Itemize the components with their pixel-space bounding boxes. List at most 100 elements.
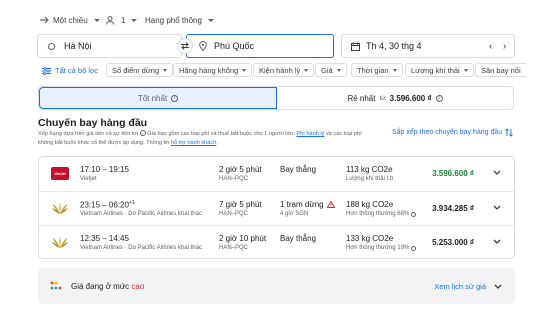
flight-emissions-note: Hơn thông thường 19% bbox=[346, 245, 410, 251]
price-level-text: Giá đang ở mức cao bbox=[71, 282, 144, 291]
flight-duration: 2 giờ 5 phút bbox=[219, 165, 262, 174]
flight-emissions: 113 kg CO2e bbox=[346, 165, 393, 174]
passenger-assistance-link[interactable]: hỗ trợ hành khách bbox=[171, 140, 216, 146]
destination-field[interactable]: Phú Quốc bbox=[186, 34, 334, 58]
filter-sliders-icon bbox=[42, 66, 51, 75]
flight-airline: Vietnam Airlines · Do Pacific Airlines k… bbox=[80, 211, 202, 217]
sort-tabs: Tốt nhất i Rẻ nhất từ 3.596.600 ₫ i bbox=[38, 86, 514, 110]
date-field[interactable]: Th 4, 30 thg 4 ‹ › bbox=[341, 34, 515, 58]
desc-ranking: Xếp hạng dựa trên giá tiền và sự tiện lợ… bbox=[38, 131, 139, 137]
passengers-select[interactable]: 1 bbox=[106, 13, 138, 27]
price-insights-icon bbox=[50, 281, 62, 290]
section-description: Xếp hạng dựa trên giá tiền và sự tiện lợ… bbox=[38, 130, 390, 148]
info-icon: i bbox=[139, 130, 146, 136]
flight-price: 5.253.000 ₫ bbox=[432, 238, 474, 247]
calendar-icon bbox=[351, 42, 360, 51]
flight-emissions-note: Hơn thông thường 68% bbox=[346, 211, 410, 217]
flight-stops: Bay thẳng bbox=[280, 165, 317, 174]
flight-stops: 1 trạm dừng bbox=[280, 200, 324, 209]
class-label: Hạng phổ thông bbox=[145, 15, 202, 25]
chevron-down-icon bbox=[207, 18, 214, 22]
chip-label: Kiện hành lý bbox=[259, 65, 301, 75]
next-date-icon[interactable]: › bbox=[503, 41, 506, 52]
flight-duration: 7 giờ 5 phút bbox=[219, 200, 262, 209]
person-icon bbox=[106, 15, 114, 25]
flight-emissions-note: Lượng khí thải t.b bbox=[346, 176, 394, 182]
trip-type-label: Một chiều bbox=[53, 15, 88, 25]
tab-best-label: Tốt nhất bbox=[137, 93, 168, 103]
tab-best[interactable]: Tốt nhất i bbox=[39, 87, 277, 109]
chevron-down-icon bbox=[304, 68, 309, 72]
chevron-down-icon bbox=[93, 18, 100, 22]
flight-airline: Vietjet bbox=[80, 176, 97, 182]
class-select[interactable]: Hạng phổ thông bbox=[145, 13, 214, 27]
flight-list: VietJet 17:10 – 19:15 Vietjet 2 giờ 5 ph… bbox=[38, 156, 515, 259]
chip-label: Giá bbox=[321, 65, 333, 75]
filter-chip-stops[interactable]: Số điểm dừng bbox=[106, 63, 174, 77]
desc-optional: không bắt buộc khác có thể được áp dụng.… bbox=[38, 140, 170, 146]
info-icon bbox=[411, 211, 417, 217]
flight-stops-wrap: 1 trạm dừng bbox=[280, 200, 335, 209]
date-value: Th 4, 30 thg 4 bbox=[366, 41, 422, 51]
swap-icon bbox=[181, 42, 189, 50]
filter-chip-connecting-airports[interactable]: Sân bay nối bbox=[475, 63, 526, 77]
flight-emissions-note-wrap: Hơn thông thường 19% bbox=[346, 245, 417, 251]
origin-field[interactable]: Hà Nội bbox=[37, 34, 182, 58]
flight-stops: Bay thẳng bbox=[280, 234, 317, 243]
flight-airline: Vietnam Airlines · Do Pacific Airlines k… bbox=[80, 245, 202, 251]
tab-cheapest-price: 3.596.600 ₫ bbox=[389, 93, 432, 103]
filter-chip-emissions[interactable]: Lượng khí thải bbox=[405, 63, 474, 77]
tab-cheapest[interactable]: Rẻ nhất từ 3.596.600 ₫ i bbox=[277, 87, 513, 109]
baggage-fees-link[interactable]: Phí hành lý bbox=[296, 131, 324, 137]
filter-chip-bags[interactable]: Kiện hành lý bbox=[253, 63, 315, 77]
chevron-down-icon bbox=[336, 68, 341, 72]
expand-chevron-icon[interactable] bbox=[493, 170, 501, 176]
price-insight-banner: Giá đang ở mức cao Xem lịch sử giá bbox=[38, 268, 515, 304]
chevron-down-icon bbox=[463, 68, 468, 72]
flight-time: 17:10 – 19:15 bbox=[80, 165, 129, 174]
filter-chip-airlines[interactable]: Hãng hàng không bbox=[173, 63, 253, 77]
chevron-down-icon bbox=[163, 68, 168, 72]
info-icon bbox=[411, 245, 417, 251]
swap-button[interactable] bbox=[177, 38, 193, 54]
expand-chevron-icon[interactable] bbox=[493, 239, 501, 245]
section-title: Chuyến bay hàng đầu bbox=[38, 117, 148, 129]
desc-other: và các loại phí bbox=[325, 131, 362, 137]
flight-time-wrap: 23:15 – 06:20+1 bbox=[80, 200, 135, 210]
price-history-label: Xem lịch sử giá bbox=[434, 282, 486, 291]
vietnam-airlines-logo bbox=[52, 202, 68, 214]
chip-label: Lượng khí thải bbox=[411, 65, 460, 75]
all-filters-label: Tất cả bộ lọc bbox=[55, 66, 98, 75]
prev-date-icon[interactable]: ‹ bbox=[489, 41, 492, 52]
sort-icon bbox=[505, 128, 513, 137]
vietjet-logo-text: VietJet bbox=[54, 171, 66, 176]
sort-by-label: Sắp xếp theo chuyến bay hàng đầu bbox=[392, 129, 503, 136]
passengers-count: 1 bbox=[121, 15, 126, 25]
flight-row[interactable]: 12:35 – 14:45 Vietnam Airlines · Do Paci… bbox=[39, 225, 514, 259]
filter-chip-times[interactable]: Thời gian bbox=[351, 63, 403, 77]
price-level-prefix: Giá đang ở mức bbox=[71, 282, 130, 291]
flight-time: 23:15 – 06:20 bbox=[80, 200, 129, 210]
flight-time: 12:35 – 14:45 bbox=[80, 234, 129, 243]
info-icon: i bbox=[435, 94, 443, 102]
flight-route: HAN–PQC bbox=[219, 211, 249, 217]
chevron-down-icon bbox=[494, 284, 502, 289]
vietnam-airlines-logo bbox=[52, 236, 68, 248]
vietjet-logo: VietJet bbox=[51, 167, 69, 180]
flight-row[interactable]: 23:15 – 06:20+1 Vietnam Airlines · Do Pa… bbox=[39, 191, 514, 225]
info-icon: i bbox=[171, 94, 179, 102]
filter-chip-price[interactable]: Giá bbox=[315, 63, 347, 77]
trip-type-select[interactable]: Một chiều bbox=[40, 13, 100, 27]
chip-label: Thời gian bbox=[357, 65, 389, 75]
sort-by-button[interactable]: Sắp xếp theo chuyến bay hàng đầu bbox=[392, 128, 513, 137]
all-filters-button[interactable]: Tất cả bộ lọc bbox=[42, 64, 98, 77]
origin-value: Hà Nội bbox=[64, 41, 92, 51]
chip-label: Hãng hàng không bbox=[179, 65, 239, 75]
expand-chevron-icon[interactable] bbox=[493, 205, 501, 211]
chip-label: Sân bay nối bbox=[481, 65, 521, 75]
flight-row[interactable]: VietJet 17:10 – 19:15 Vietjet 2 giờ 5 ph… bbox=[39, 157, 514, 191]
chevron-down-icon bbox=[131, 18, 138, 22]
flight-price: 3.934.285 ₫ bbox=[432, 204, 474, 213]
arrow-right-icon bbox=[40, 16, 49, 24]
price-history-button[interactable]: Xem lịch sử giá bbox=[434, 282, 502, 291]
